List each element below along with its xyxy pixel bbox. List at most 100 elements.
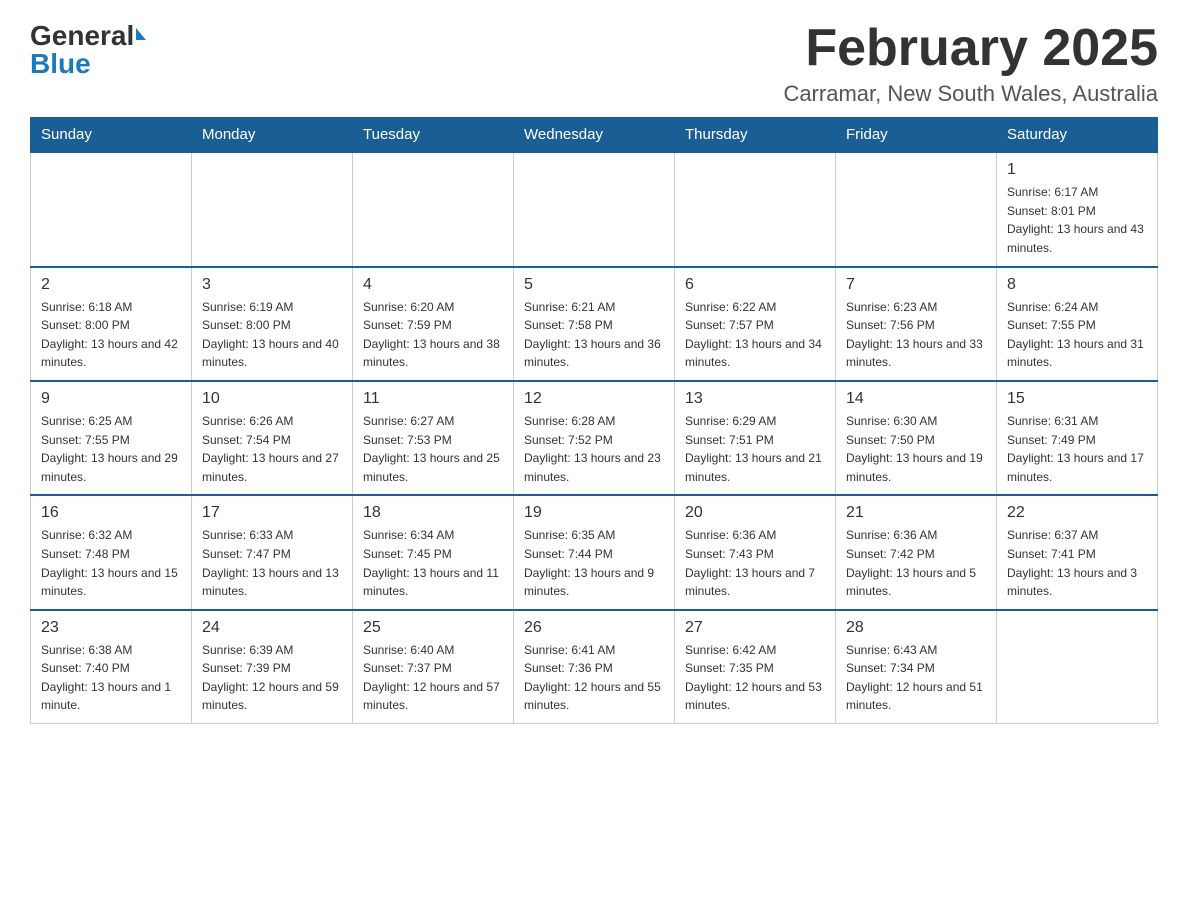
- location-title: Carramar, New South Wales, Australia: [783, 81, 1158, 107]
- day-info: Sunrise: 6:39 AMSunset: 7:39 PMDaylight:…: [202, 641, 342, 715]
- day-info: Sunrise: 6:41 AMSunset: 7:36 PMDaylight:…: [524, 641, 664, 715]
- month-title: February 2025: [783, 20, 1158, 77]
- logo: General Blue: [30, 20, 146, 80]
- calendar-cell: 10 Sunrise: 6:26 AMSunset: 7:54 PMDayligh…: [192, 381, 353, 495]
- day-info: Sunrise: 6:25 AMSunset: 7:55 PMDaylight:…: [41, 412, 181, 486]
- calendar-cell: 28 Sunrise: 6:43 AMSunset: 7:34 PMDayligh…: [836, 610, 997, 724]
- calendar-cell: [997, 610, 1158, 724]
- day-number: 16: [41, 504, 181, 522]
- day-info: Sunrise: 6:21 AMSunset: 7:58 PMDaylight:…: [524, 298, 664, 372]
- day-number: 2: [41, 276, 181, 294]
- day-number: 28: [846, 619, 986, 637]
- day-number: 21: [846, 504, 986, 522]
- day-info: Sunrise: 6:33 AMSunset: 7:47 PMDaylight:…: [202, 526, 342, 600]
- calendar-cell: [353, 152, 514, 266]
- calendar-week-row: 23 Sunrise: 6:38 AMSunset: 7:40 PMDayligh…: [31, 610, 1158, 724]
- calendar-cell: 3 Sunrise: 6:19 AMSunset: 8:00 PMDaylight…: [192, 267, 353, 381]
- calendar-cell: 5 Sunrise: 6:21 AMSunset: 7:58 PMDaylight…: [514, 267, 675, 381]
- weekday-header-friday: Friday: [836, 118, 997, 153]
- day-number: 8: [1007, 276, 1147, 294]
- day-info: Sunrise: 6:22 AMSunset: 7:57 PMDaylight:…: [685, 298, 825, 372]
- day-info: Sunrise: 6:43 AMSunset: 7:34 PMDaylight:…: [846, 641, 986, 715]
- day-info: Sunrise: 6:30 AMSunset: 7:50 PMDaylight:…: [846, 412, 986, 486]
- day-number: 25: [363, 619, 503, 637]
- day-number: 24: [202, 619, 342, 637]
- day-number: 22: [1007, 504, 1147, 522]
- calendar-cell: 7 Sunrise: 6:23 AMSunset: 7:56 PMDaylight…: [836, 267, 997, 381]
- calendar-cell: 18 Sunrise: 6:34 AMSunset: 7:45 PMDayligh…: [353, 495, 514, 609]
- calendar-cell: 11 Sunrise: 6:27 AMSunset: 7:53 PMDayligh…: [353, 381, 514, 495]
- calendar-cell: 6 Sunrise: 6:22 AMSunset: 7:57 PMDaylight…: [675, 267, 836, 381]
- day-info: Sunrise: 6:29 AMSunset: 7:51 PMDaylight:…: [685, 412, 825, 486]
- calendar-cell: 14 Sunrise: 6:30 AMSunset: 7:50 PMDayligh…: [836, 381, 997, 495]
- calendar-week-row: 1Sunrise: 6:17 AMSunset: 8:01 PMDaylight…: [31, 152, 1158, 266]
- calendar-cell: 23 Sunrise: 6:38 AMSunset: 7:40 PMDayligh…: [31, 610, 192, 724]
- day-info: Sunrise: 6:28 AMSunset: 7:52 PMDaylight:…: [524, 412, 664, 486]
- day-number: 9: [41, 390, 181, 408]
- day-number: 26: [524, 619, 664, 637]
- day-number: 10: [202, 390, 342, 408]
- calendar-cell: 4 Sunrise: 6:20 AMSunset: 7:59 PMDaylight…: [353, 267, 514, 381]
- logo-triangle-icon: [136, 28, 146, 40]
- weekday-header-saturday: Saturday: [997, 118, 1158, 153]
- day-info: Sunrise: 6:19 AMSunset: 8:00 PMDaylight:…: [202, 298, 342, 372]
- day-info: Sunrise: 6:36 AMSunset: 7:42 PMDaylight:…: [846, 526, 986, 600]
- day-number: 5: [524, 276, 664, 294]
- day-info: Sunrise: 6:32 AMSunset: 7:48 PMDaylight:…: [41, 526, 181, 600]
- calendar-cell: 25Sunrise: 6:40 AMSunset: 7:37 PMDayligh…: [353, 610, 514, 724]
- calendar-week-row: 9 Sunrise: 6:25 AMSunset: 7:55 PMDaylight…: [31, 381, 1158, 495]
- day-info: Sunrise: 6:23 AMSunset: 7:56 PMDaylight:…: [846, 298, 986, 372]
- day-info: Sunrise: 6:42 AMSunset: 7:35 PMDaylight:…: [685, 641, 825, 715]
- day-number: 6: [685, 276, 825, 294]
- calendar-cell: 2 Sunrise: 6:18 AMSunset: 8:00 PMDaylight…: [31, 267, 192, 381]
- day-number: 12: [524, 390, 664, 408]
- calendar-cell: 17Sunrise: 6:33 AMSunset: 7:47 PMDayligh…: [192, 495, 353, 609]
- calendar-cell: 22 Sunrise: 6:37 AMSunset: 7:41 PMDayligh…: [997, 495, 1158, 609]
- day-number: 20: [685, 504, 825, 522]
- title-section: February 2025 Carramar, New South Wales,…: [783, 20, 1158, 107]
- calendar-cell: 13 Sunrise: 6:29 AMSunset: 7:51 PMDayligh…: [675, 381, 836, 495]
- day-number: 14: [846, 390, 986, 408]
- day-number: 19: [524, 504, 664, 522]
- day-number: 7: [846, 276, 986, 294]
- calendar-table: SundayMondayTuesdayWednesdayThursdayFrid…: [30, 117, 1158, 724]
- day-number: 11: [363, 390, 503, 408]
- day-number: 18: [363, 504, 503, 522]
- calendar-cell: 8 Sunrise: 6:24 AMSunset: 7:55 PMDaylight…: [997, 267, 1158, 381]
- calendar-cell: [31, 152, 192, 266]
- calendar-cell: 20 Sunrise: 6:36 AMSunset: 7:43 PMDayligh…: [675, 495, 836, 609]
- day-info: Sunrise: 6:27 AMSunset: 7:53 PMDaylight:…: [363, 412, 503, 486]
- logo-blue-text: Blue: [30, 48, 91, 79]
- calendar-cell: 26 Sunrise: 6:41 AMSunset: 7:36 PMDayligh…: [514, 610, 675, 724]
- day-info: Sunrise: 6:17 AMSunset: 8:01 PMDaylight:…: [1007, 183, 1147, 257]
- calendar-cell: 1Sunrise: 6:17 AMSunset: 8:01 PMDaylight…: [997, 152, 1158, 266]
- day-number: 23: [41, 619, 181, 637]
- day-number: 3: [202, 276, 342, 294]
- calendar-cell: 19Sunrise: 6:35 AMSunset: 7:44 PMDayligh…: [514, 495, 675, 609]
- calendar-cell: 21 Sunrise: 6:36 AMSunset: 7:42 PMDayligh…: [836, 495, 997, 609]
- day-info: Sunrise: 6:38 AMSunset: 7:40 PMDaylight:…: [41, 641, 181, 715]
- day-info: Sunrise: 6:31 AMSunset: 7:49 PMDaylight:…: [1007, 412, 1147, 486]
- day-info: Sunrise: 6:26 AMSunset: 7:54 PMDaylight:…: [202, 412, 342, 486]
- calendar-header-row: SundayMondayTuesdayWednesdayThursdayFrid…: [31, 118, 1158, 153]
- weekday-header-tuesday: Tuesday: [353, 118, 514, 153]
- calendar-week-row: 2 Sunrise: 6:18 AMSunset: 8:00 PMDaylight…: [31, 267, 1158, 381]
- weekday-header-wednesday: Wednesday: [514, 118, 675, 153]
- weekday-header-sunday: Sunday: [31, 118, 192, 153]
- day-info: Sunrise: 6:37 AMSunset: 7:41 PMDaylight:…: [1007, 526, 1147, 600]
- day-info: Sunrise: 6:34 AMSunset: 7:45 PMDaylight:…: [363, 526, 503, 600]
- calendar-cell: 15Sunrise: 6:31 AMSunset: 7:49 PMDayligh…: [997, 381, 1158, 495]
- calendar-cell: 9 Sunrise: 6:25 AMSunset: 7:55 PMDaylight…: [31, 381, 192, 495]
- calendar-cell: 16 Sunrise: 6:32 AMSunset: 7:48 PMDayligh…: [31, 495, 192, 609]
- day-number: 13: [685, 390, 825, 408]
- day-info: Sunrise: 6:36 AMSunset: 7:43 PMDaylight:…: [685, 526, 825, 600]
- day-number: 4: [363, 276, 503, 294]
- calendar-week-row: 16 Sunrise: 6:32 AMSunset: 7:48 PMDayligh…: [31, 495, 1158, 609]
- weekday-header-monday: Monday: [192, 118, 353, 153]
- calendar-cell: [192, 152, 353, 266]
- calendar-cell: 24 Sunrise: 6:39 AMSunset: 7:39 PMDayligh…: [192, 610, 353, 724]
- day-info: Sunrise: 6:24 AMSunset: 7:55 PMDaylight:…: [1007, 298, 1147, 372]
- weekday-header-thursday: Thursday: [675, 118, 836, 153]
- day-info: Sunrise: 6:18 AMSunset: 8:00 PMDaylight:…: [41, 298, 181, 372]
- day-info: Sunrise: 6:20 AMSunset: 7:59 PMDaylight:…: [363, 298, 503, 372]
